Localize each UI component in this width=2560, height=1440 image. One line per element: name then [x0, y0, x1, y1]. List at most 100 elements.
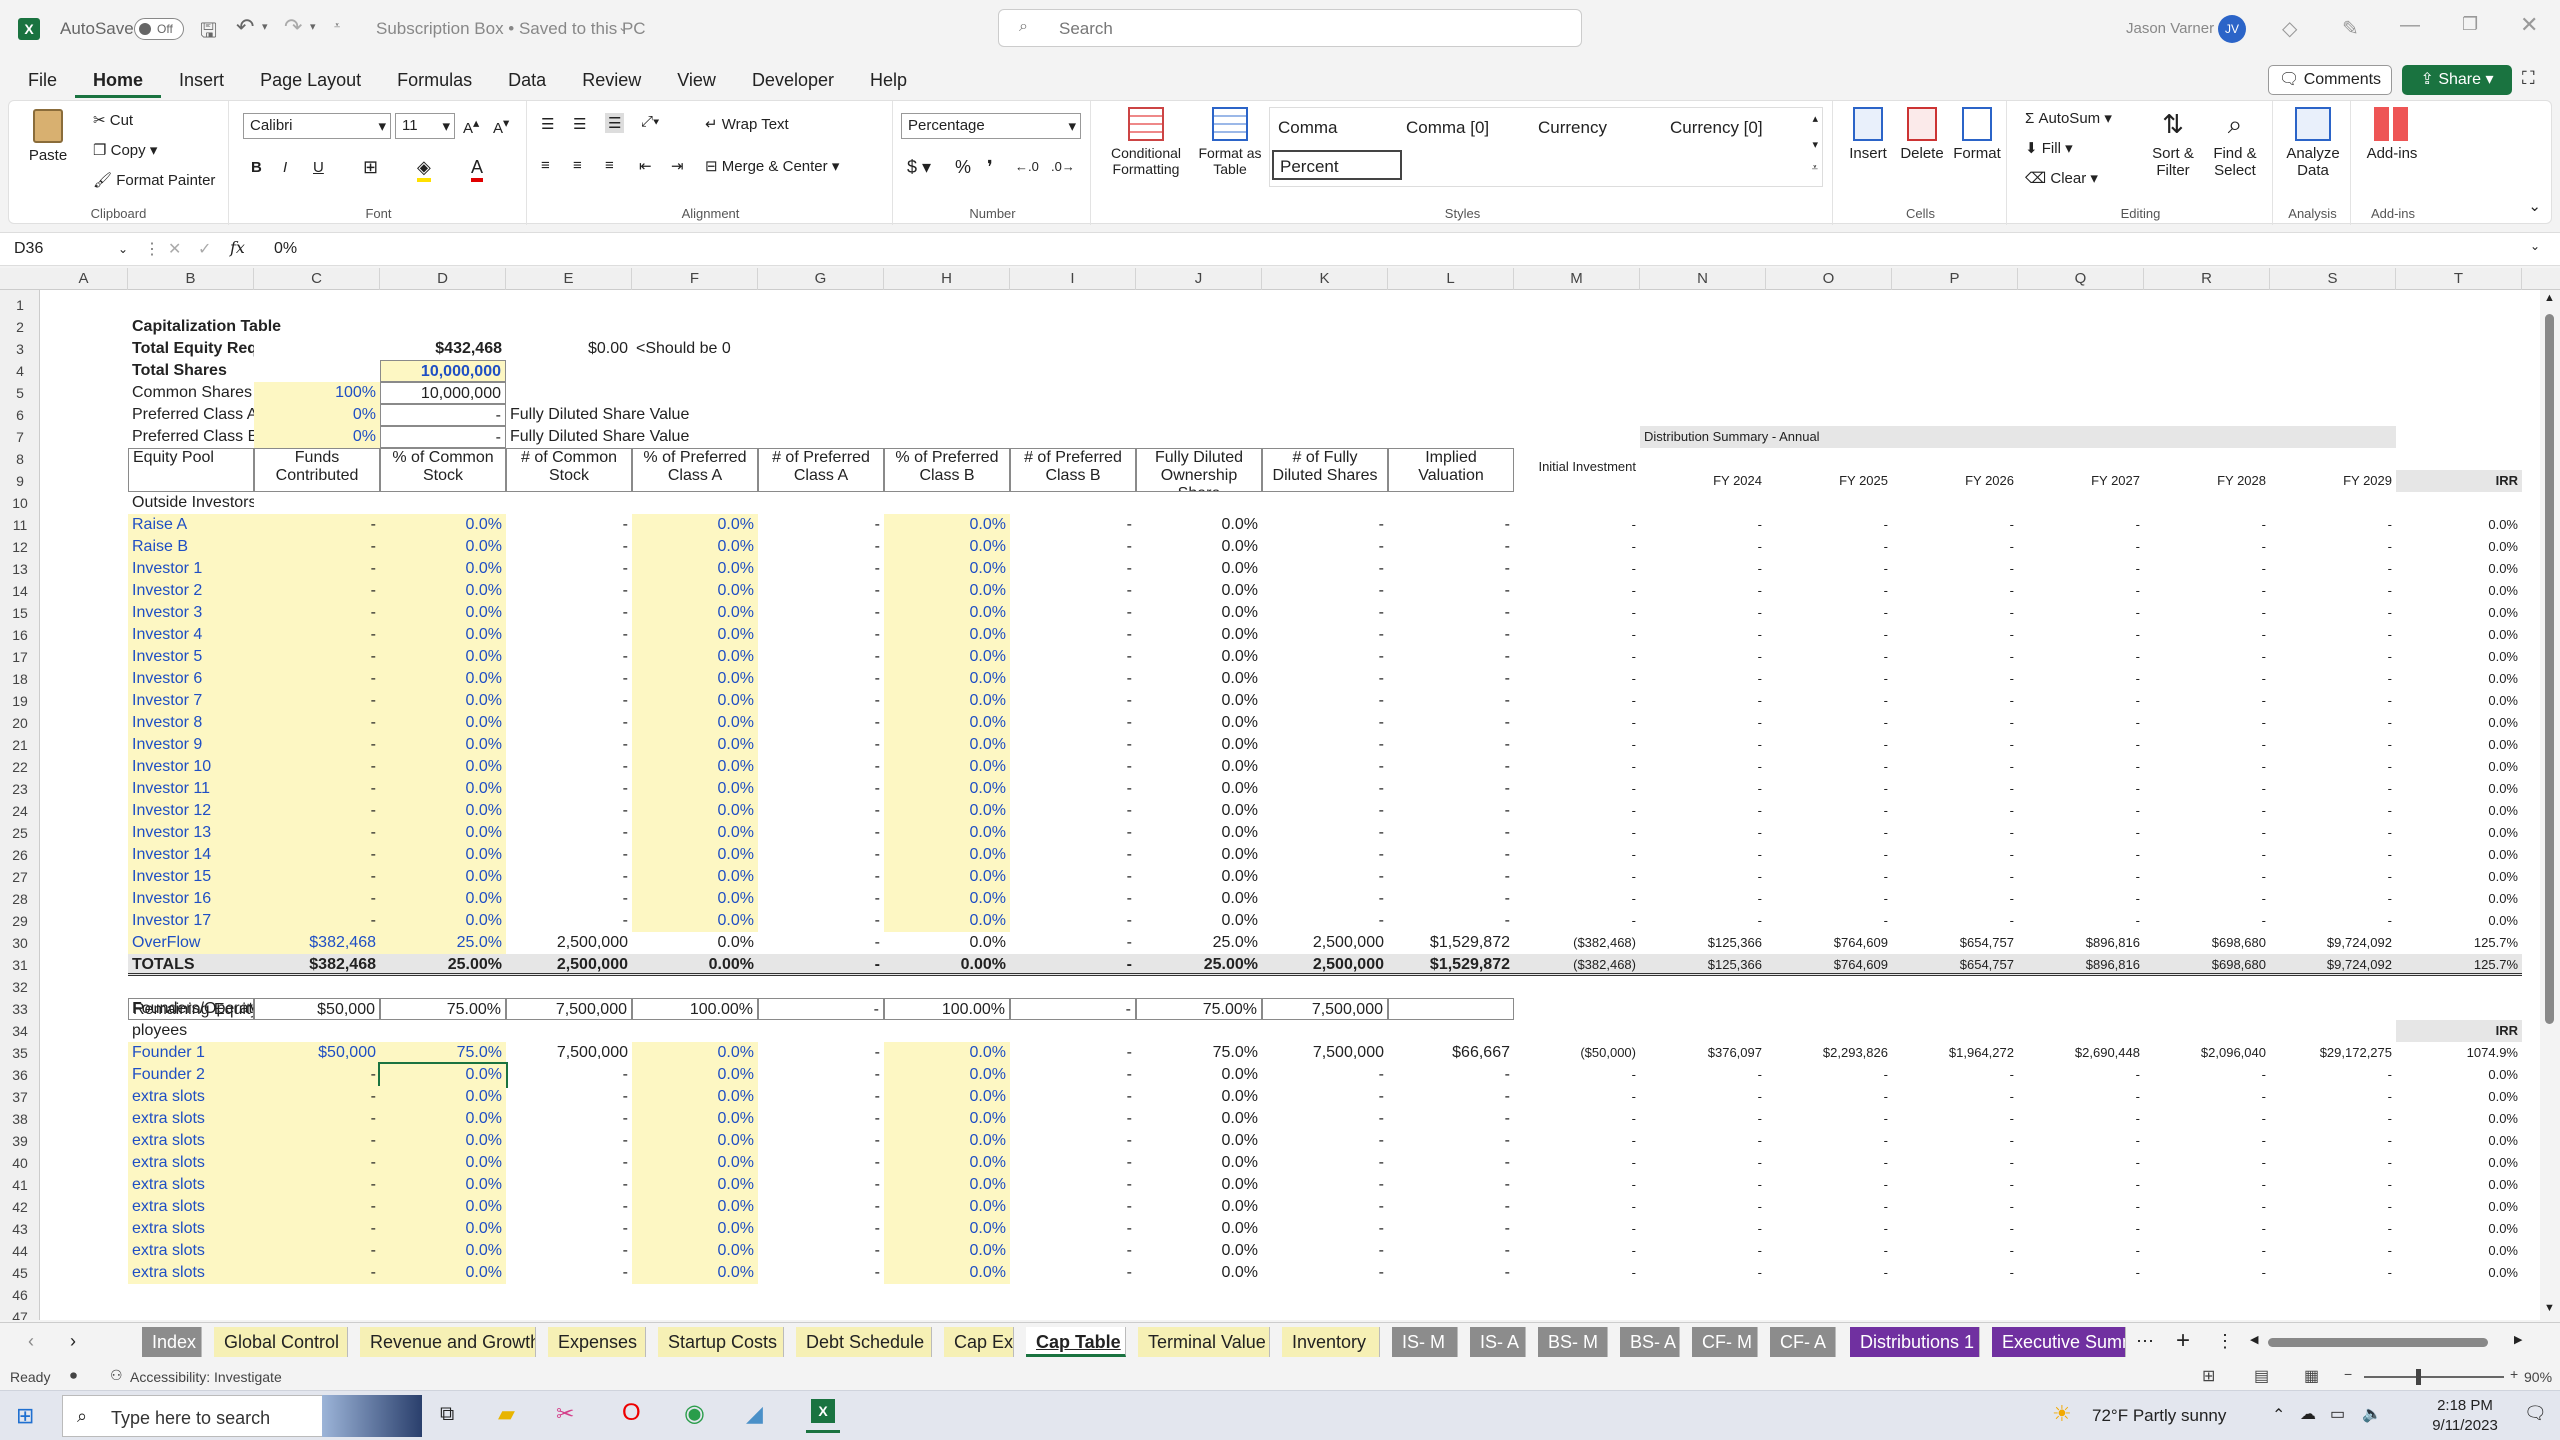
- cell-o24[interactable]: -: [1766, 800, 1892, 822]
- cell-j15[interactable]: 0.0%: [1136, 602, 1262, 624]
- cell-c17[interactable]: -: [254, 646, 380, 668]
- header-r[interactable]: FY 2028: [2144, 470, 2270, 492]
- cell-j45[interactable]: 0.0%: [1136, 1262, 1262, 1284]
- investor-name[interactable]: Investor 17: [128, 910, 254, 932]
- hscroll-left-icon[interactable]: ◀: [2250, 1333, 2258, 1346]
- notification-icon[interactable]: 🗨: [2524, 1403, 2547, 1424]
- cell-r19[interactable]: -: [2144, 690, 2270, 712]
- cell-e27[interactable]: -: [506, 866, 632, 888]
- cell-p38[interactable]: -: [1892, 1108, 2018, 1130]
- cell-h17[interactable]: 0.0%: [884, 646, 1010, 668]
- cell-f40[interactable]: 0.0%: [632, 1152, 758, 1174]
- cell-h36[interactable]: 0.0%: [884, 1064, 1010, 1086]
- column-header-b[interactable]: B: [128, 268, 254, 290]
- row-header[interactable]: 30: [0, 932, 40, 954]
- cell-h43[interactable]: 0.0%: [884, 1218, 1010, 1240]
- cell-i41[interactable]: -: [1010, 1174, 1136, 1196]
- cell-n44[interactable]: -: [1640, 1240, 1766, 1262]
- cell-c6[interactable]: 0%: [254, 404, 380, 426]
- cell-l25[interactable]: -: [1388, 822, 1514, 844]
- menu-review[interactable]: Review: [564, 62, 659, 98]
- cell-q17[interactable]: -: [2018, 646, 2144, 668]
- header-c[interactable]: Funds Contributed: [254, 448, 380, 492]
- cell-s29[interactable]: -: [2270, 910, 2396, 932]
- find-select-button[interactable]: ⌕ Find & Select: [2205, 107, 2265, 179]
- cell-q40[interactable]: -: [2018, 1152, 2144, 1174]
- cell-j11[interactable]: 0.0%: [1136, 514, 1262, 536]
- page-break-view-icon[interactable]: ▦: [2304, 1366, 2319, 1386]
- remaining-i[interactable]: -: [1010, 998, 1136, 1020]
- cell-n17[interactable]: -: [1640, 646, 1766, 668]
- cap-table-title[interactable]: Capitalization Table: [128, 316, 380, 338]
- header-irr[interactable]: IRR: [2396, 470, 2522, 492]
- cell-r36[interactable]: -: [2144, 1064, 2270, 1086]
- cell-s16[interactable]: -: [2270, 624, 2396, 646]
- cell-d25[interactable]: 0.0%: [380, 822, 506, 844]
- cell-h12[interactable]: 0.0%: [884, 536, 1010, 558]
- cell-s42[interactable]: -: [2270, 1196, 2396, 1218]
- menu-formulas[interactable]: Formulas: [379, 62, 490, 98]
- column-header-m[interactable]: M: [1514, 268, 1640, 290]
- cell-n36[interactable]: -: [1640, 1064, 1766, 1086]
- cell-e37[interactable]: -: [506, 1086, 632, 1108]
- cell-l29[interactable]: -: [1388, 910, 1514, 932]
- cell-q16[interactable]: -: [2018, 624, 2144, 646]
- cell-j39[interactable]: 0.0%: [1136, 1130, 1262, 1152]
- menu-insert[interactable]: Insert: [161, 62, 242, 98]
- cell-s27[interactable]: -: [2270, 866, 2396, 888]
- cell-k25[interactable]: -: [1262, 822, 1388, 844]
- cell-i12[interactable]: -: [1010, 536, 1136, 558]
- cell-q21[interactable]: -: [2018, 734, 2144, 756]
- redo-dropdown-icon[interactable]: ▾: [310, 20, 316, 33]
- cell-t36[interactable]: 0.0%: [2396, 1064, 2522, 1086]
- cell-j23[interactable]: 0.0%: [1136, 778, 1262, 800]
- row-header[interactable]: 32: [0, 976, 40, 998]
- row-header[interactable]: 27: [0, 866, 40, 888]
- cell-l23[interactable]: -: [1388, 778, 1514, 800]
- cell-s44[interactable]: -: [2270, 1240, 2396, 1262]
- cell-l41[interactable]: -: [1388, 1174, 1514, 1196]
- cell-j28[interactable]: 0.0%: [1136, 888, 1262, 910]
- cell-p14[interactable]: -: [1892, 580, 2018, 602]
- cell-i23[interactable]: -: [1010, 778, 1136, 800]
- founder-name[interactable]: extra slots: [128, 1108, 254, 1130]
- cell-k29[interactable]: -: [1262, 910, 1388, 932]
- cell-m36[interactable]: -: [1514, 1064, 1640, 1086]
- decrease-indent-icon[interactable]: ⇤: [639, 157, 652, 175]
- style-currency0[interactable]: Currency [0]: [1670, 118, 1763, 138]
- menu-page-layout[interactable]: Page Layout: [242, 62, 379, 98]
- column-header-q[interactable]: Q: [2018, 268, 2144, 290]
- cell-i24[interactable]: -: [1010, 800, 1136, 822]
- founder1-q[interactable]: $2,690,448: [2018, 1042, 2144, 1064]
- zoom-in-icon[interactable]: +: [2510, 1366, 2518, 1382]
- cell-m16[interactable]: -: [1514, 624, 1640, 646]
- cell-t23[interactable]: 0.0%: [2396, 778, 2522, 800]
- cell-h22[interactable]: 0.0%: [884, 756, 1010, 778]
- cell-m40[interactable]: -: [1514, 1152, 1640, 1174]
- cell-o21[interactable]: -: [1766, 734, 1892, 756]
- cell-o39[interactable]: -: [1766, 1130, 1892, 1152]
- cell-q20[interactable]: -: [2018, 712, 2144, 734]
- totals-t[interactable]: 125.7%: [2396, 954, 2522, 976]
- investor-name[interactable]: Investor 6: [128, 668, 254, 690]
- cell-p21[interactable]: -: [1892, 734, 2018, 756]
- cell-k13[interactable]: -: [1262, 558, 1388, 580]
- hscroll-right-icon[interactable]: ▶: [2514, 1333, 2522, 1346]
- cell-q12[interactable]: -: [2018, 536, 2144, 558]
- avatar[interactable]: JV: [2218, 15, 2246, 43]
- cell-m26[interactable]: -: [1514, 844, 1640, 866]
- founder-name[interactable]: extra slots: [128, 1196, 254, 1218]
- totals-k[interactable]: 2,500,000: [1262, 954, 1388, 976]
- tab-revenue-and-growth[interactable]: Revenue and Growth: [360, 1327, 536, 1357]
- cell-k42[interactable]: -: [1262, 1196, 1388, 1218]
- overflow-l[interactable]: $1,529,872: [1388, 932, 1514, 954]
- cell-c24[interactable]: -: [254, 800, 380, 822]
- cell-r28[interactable]: -: [2144, 888, 2270, 910]
- cell-q29[interactable]: -: [2018, 910, 2144, 932]
- cell-d23[interactable]: 0.0%: [380, 778, 506, 800]
- cell-l36[interactable]: -: [1388, 1064, 1514, 1086]
- cell-e40[interactable]: -: [506, 1152, 632, 1174]
- investor-name[interactable]: Investor 12: [128, 800, 254, 822]
- cell-g15[interactable]: -: [758, 602, 884, 624]
- cell-s11[interactable]: -: [2270, 514, 2396, 536]
